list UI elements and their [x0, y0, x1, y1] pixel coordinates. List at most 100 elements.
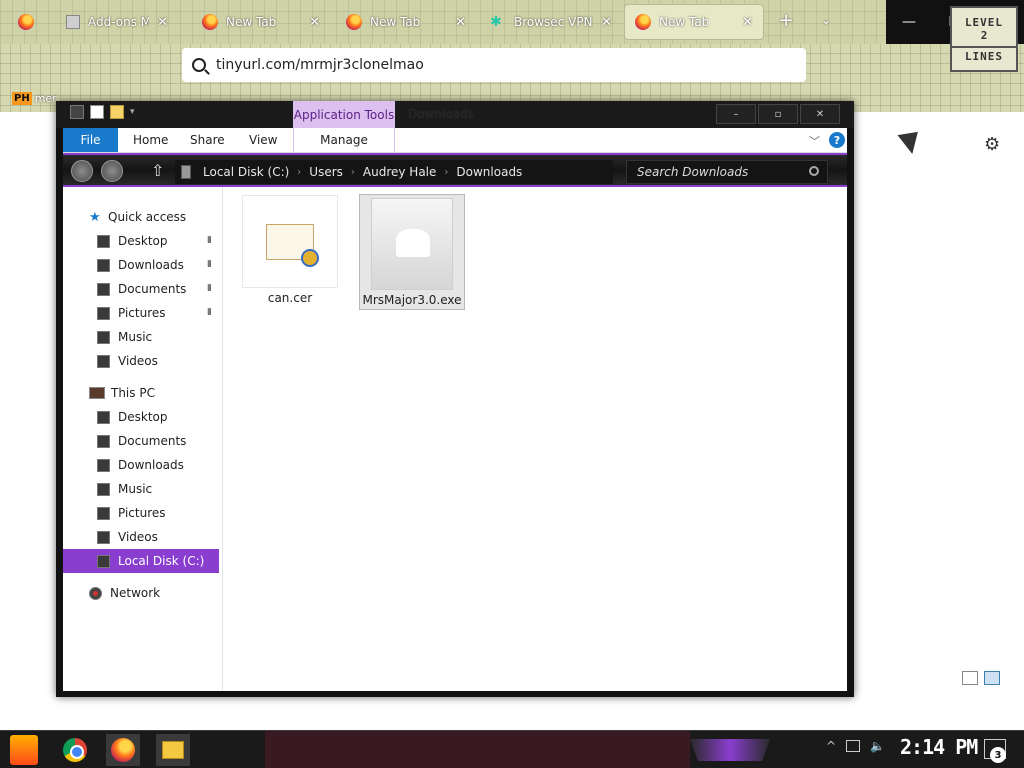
taskbar-ornament [690, 739, 770, 761]
tab-browsec-vpn[interactable]: ✱ Browsec VPN ✕ [480, 4, 622, 40]
sidebar-item-network[interactable]: Network [63, 581, 219, 605]
sidebar-item-pc-pictures[interactable]: Pictures [63, 501, 219, 525]
pin-icon[interactable]: ▮ [207, 283, 215, 293]
sidebar-item-pictures[interactable]: Pictures ▮ [63, 301, 219, 325]
breadcrumb-separator[interactable]: › [351, 167, 355, 178]
breadcrumb-separator[interactable]: › [297, 167, 301, 178]
tab-new-tab-1[interactable]: New Tab ✕ [192, 4, 330, 40]
sidebar-item-label: Pictures [118, 306, 166, 320]
music-icon [97, 482, 110, 496]
breadcrumb-item[interactable]: Audrey Hale [363, 165, 437, 179]
sidebar-item-label: Desktop [118, 234, 168, 248]
url-bar[interactable]: tinyurl.com/mrmjr3clonelmao [182, 48, 806, 82]
breadcrumb-item[interactable]: Users [309, 165, 343, 179]
new-tab-button[interactable]: + [776, 10, 796, 32]
videos-icon [97, 530, 110, 544]
tab-label: New Tab [659, 15, 710, 29]
network-icon [89, 586, 102, 600]
tab-file[interactable]: File [63, 128, 118, 152]
taskbar: ^ 🔈 2:14 PM 3 [0, 730, 1024, 768]
tab-view[interactable]: View [249, 128, 277, 152]
window-title: Downloads [408, 107, 474, 121]
tab-home[interactable]: Home [133, 128, 168, 152]
system-tray: ^ 🔈 [826, 739, 885, 753]
puzzle-icon [66, 15, 80, 29]
back-button[interactable] [71, 160, 93, 182]
gear-icon[interactable]: ⚙ [984, 134, 1000, 155]
music-icon [97, 330, 110, 344]
sidebar-item-downloads[interactable]: Downloads ▮ [63, 253, 219, 277]
close-button[interactable]: ✕ [800, 104, 840, 124]
file-name: MrsMajor3.0.exe [362, 293, 462, 307]
sidebar-item-pc-videos[interactable]: Videos [63, 525, 219, 549]
notification-count-badge: 3 [990, 747, 1006, 763]
breadcrumb-item[interactable]: Downloads [456, 165, 522, 179]
tab-new-tab-2[interactable]: New Tab ✕ [336, 4, 476, 40]
sidebar-item-pc-downloads[interactable]: Downloads [63, 453, 219, 477]
sidebar-item-documents[interactable]: Documents ▮ [63, 277, 219, 301]
tab-label: Browsec VPN [514, 15, 593, 29]
tab-close-icon[interactable]: ✕ [455, 15, 466, 30]
explorer-app-icon[interactable] [70, 105, 84, 119]
tab-bar: Add-ons Manag ✕ New Tab ✕ New Tab ✕ ✱ Br… [0, 0, 1024, 44]
new-folder-icon[interactable] [110, 105, 124, 119]
forward-button[interactable] [101, 160, 123, 182]
tab-share[interactable]: Share [190, 128, 225, 152]
sidebar-item-quick-access[interactable]: ★ Quick access [63, 205, 219, 229]
breadcrumb-separator[interactable]: › [444, 167, 448, 178]
sidebar-item-desktop[interactable]: Desktop ▮ [63, 229, 219, 253]
sidebar-item-videos[interactable]: Videos [63, 349, 219, 373]
minimize-button[interactable]: – [716, 104, 756, 124]
help-icon[interactable]: ? [829, 132, 845, 148]
large-icons-view-icon[interactable] [984, 671, 1000, 685]
tab-close-icon[interactable]: ✕ [742, 15, 753, 30]
search-input[interactable]: Search Downloads [626, 160, 828, 184]
sidebar-item-pc-desktop[interactable]: Desktop [63, 405, 219, 429]
sidebar-item-label: This PC [111, 386, 155, 400]
start-button[interactable] [10, 735, 38, 765]
breadcrumb-item[interactable]: Local Disk (C:) [203, 165, 289, 179]
volume-icon[interactable]: 🔈 [870, 739, 885, 753]
taskbar-empty-area [265, 731, 690, 768]
tab-close-icon[interactable]: ✕ [309, 15, 320, 30]
tab-addons[interactable]: Add-ons Manag ✕ [8, 4, 178, 40]
maximize-button[interactable]: ▫ [758, 104, 798, 124]
sidebar-item-pc-music[interactable]: Music [63, 477, 219, 501]
application-tools-tab[interactable]: Application Tools [293, 101, 395, 128]
pin-icon[interactable]: ▮ [207, 307, 215, 317]
sidebar-item-music[interactable]: Music [63, 325, 219, 349]
breadcrumb[interactable]: Local Disk (C:) › Users › Audrey Hale › … [175, 160, 613, 184]
tab-close-icon[interactable]: ✕ [601, 15, 612, 30]
tab-manage[interactable]: Manage [293, 128, 395, 152]
taskbar-app-chrome[interactable] [58, 734, 92, 766]
documents-icon [97, 282, 110, 296]
pin-icon[interactable]: ▮ [207, 235, 215, 245]
file-name: can.cer [267, 291, 313, 305]
sidebar-item-this-pc[interactable]: This PC [63, 381, 219, 405]
chevron-down-icon[interactable]: ▾ [130, 107, 135, 117]
tab-list-button[interactable]: ⌄ [816, 10, 836, 32]
search-icon [192, 58, 206, 72]
sidebar-item-label: Music [118, 330, 153, 344]
quick-access-toolbar: ▾ [70, 105, 135, 119]
taskbar-app-file-explorer[interactable] [156, 734, 190, 766]
file-item-mrsmajor-exe[interactable]: MrsMajor3.0.exe [359, 194, 465, 310]
details-view-icon[interactable] [962, 671, 978, 685]
tab-close-icon[interactable]: ✕ [157, 15, 168, 30]
sidebar-item-pc-documents[interactable]: Documents [63, 429, 219, 453]
up-arrow-icon[interactable]: ⇧ [151, 161, 164, 180]
pin-icon[interactable]: ▮ [207, 259, 215, 269]
pictures-icon [97, 506, 110, 520]
tray-chevron-icon[interactable]: ^ [826, 739, 836, 753]
network-status-icon[interactable] [846, 740, 861, 752]
file-item-can-cer[interactable]: can.cer [242, 195, 338, 305]
taskbar-app-firefox[interactable] [106, 734, 140, 766]
tab-new-tab-active[interactable]: New Tab ✕ [624, 4, 764, 40]
properties-icon[interactable] [90, 105, 104, 119]
taskbar-clock[interactable]: 2:14 PM [900, 735, 978, 759]
sidebar-item-local-disk[interactable]: Local Disk (C:) [63, 549, 219, 573]
minimize-button[interactable]: — [886, 0, 932, 44]
ribbon-expand-icon[interactable]: ﹀ [809, 133, 820, 149]
bookmark-item[interactable]: PH mer [12, 92, 57, 105]
sidebar-item-label: Documents [118, 434, 187, 448]
